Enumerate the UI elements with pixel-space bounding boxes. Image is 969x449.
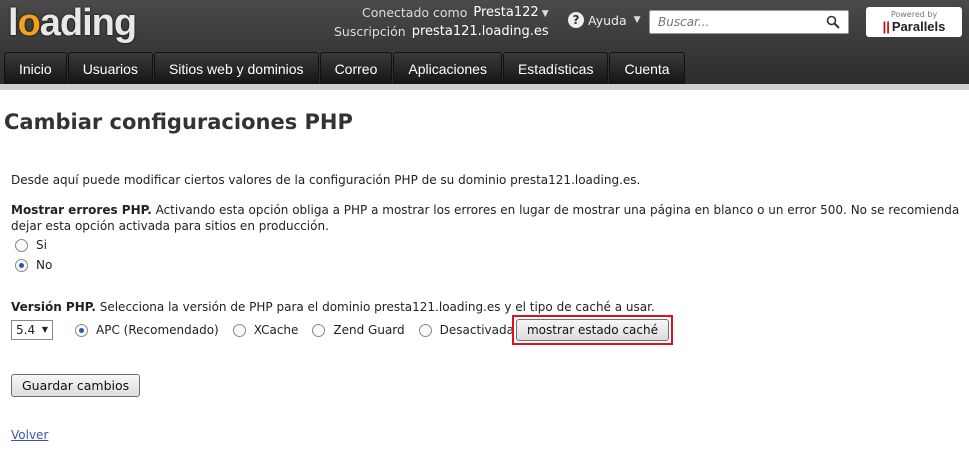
search-icon[interactable]: [826, 15, 840, 29]
php-version-value: 5.4: [16, 323, 36, 337]
subscription-value[interactable]: presta121.loading.es: [412, 23, 549, 41]
errors-description: Mostrar errores PHP. Activando esta opci…: [11, 202, 961, 234]
highlight-box: mostrar estado caché: [511, 315, 673, 345]
cache-option-off[interactable]: Desactivada: [418, 322, 514, 338]
search-input[interactable]: [650, 11, 820, 33]
help-menu[interactable]: ? Ayuda ▼: [568, 12, 641, 28]
radio-off[interactable]: [418, 323, 432, 337]
chevron-down-icon: ▼: [41, 325, 48, 334]
cache-option-xcache[interactable]: XCache: [232, 322, 299, 338]
version-description: Versión PHP. Selecciona la versión de PH…: [11, 299, 961, 315]
errors-option-no[interactable]: No: [15, 255, 961, 275]
radio-xcache-label: XCache: [253, 323, 299, 337]
radio-xcache[interactable]: [232, 323, 246, 337]
chevron-down-icon: ▼: [541, 9, 549, 19]
tab-estadisticas[interactable]: Estadísticas: [502, 52, 609, 84]
connected-label: Conectado como: [362, 5, 468, 20]
radio-apc[interactable]: [75, 323, 88, 337]
show-cache-status-button[interactable]: mostrar estado caché: [515, 319, 669, 341]
intro-text: Desde aquí puede modificar ciertos valor…: [11, 173, 641, 187]
user-info: Conectado como Presta122 ▼ Suscripción pr…: [334, 4, 549, 41]
tab-cuenta[interactable]: Cuenta: [609, 52, 685, 84]
logo[interactable]: loading: [8, 2, 137, 45]
cache-option-zend[interactable]: Zend Guard: [312, 322, 405, 338]
tab-correo[interactable]: Correo: [319, 52, 393, 84]
radio-no[interactable]: [15, 258, 28, 272]
username: Presta122: [473, 5, 539, 20]
cache-option-apc[interactable]: APC (Recomendado): [75, 322, 219, 338]
errors-title: Mostrar errores PHP.: [11, 203, 152, 217]
version-desc: Selecciona la versión de PHP para el dom…: [95, 300, 655, 314]
radio-apc-label: APC (Recomendado): [96, 323, 219, 337]
parallels-logo[interactable]: Powered by || Parallels: [866, 7, 962, 37]
header: loading Conectado como Presta122 ▼ Suscri…: [0, 0, 969, 84]
radio-zend[interactable]: [312, 323, 326, 337]
php-version-select[interactable]: 5.4 ▼: [11, 320, 53, 340]
nav-underbar: [0, 84, 969, 90]
errors-radio-group: Si No: [15, 235, 961, 275]
page-title: Cambiar configuraciones PHP: [4, 110, 353, 134]
help-label: Ayuda: [588, 12, 627, 28]
tab-inicio[interactable]: Inicio: [4, 52, 67, 84]
radio-off-label: Desactivada: [439, 323, 514, 337]
username-menu[interactable]: Presta122 ▼: [473, 4, 548, 23]
tab-sitios-web[interactable]: Sitios web y dominios: [153, 52, 319, 84]
search-box: [649, 10, 849, 34]
settings-form: Desde aquí puede modificar ciertos valor…: [11, 172, 961, 345]
main-nav: Inicio Usuarios Sitios web y dominios Co…: [4, 50, 686, 84]
version-title: Versión PHP.: [11, 300, 96, 314]
chevron-down-icon: ▼: [633, 15, 641, 25]
errors-option-si[interactable]: Si: [15, 235, 961, 255]
radio-si[interactable]: [15, 238, 28, 252]
radio-no-label: No: [36, 258, 53, 272]
tab-usuarios[interactable]: Usuarios: [67, 52, 153, 84]
back-link[interactable]: Volver: [11, 428, 48, 442]
help-icon: ?: [568, 12, 584, 28]
save-button[interactable]: Guardar cambios: [11, 374, 141, 397]
php-version-row: 5.4 ▼ APC (Recomendado) XCache Zend Guar…: [11, 315, 961, 345]
radio-zend-label: Zend Guard: [333, 323, 405, 337]
tab-aplicaciones[interactable]: Aplicaciones: [393, 52, 502, 84]
subscription-label: Suscripción: [334, 24, 406, 39]
radio-si-label: Si: [36, 238, 47, 252]
errors-desc: Activando esta opción obliga a PHP a mos…: [11, 203, 960, 233]
parallels-label: Parallels: [891, 19, 946, 34]
parallels-icon: ||: [882, 19, 890, 34]
